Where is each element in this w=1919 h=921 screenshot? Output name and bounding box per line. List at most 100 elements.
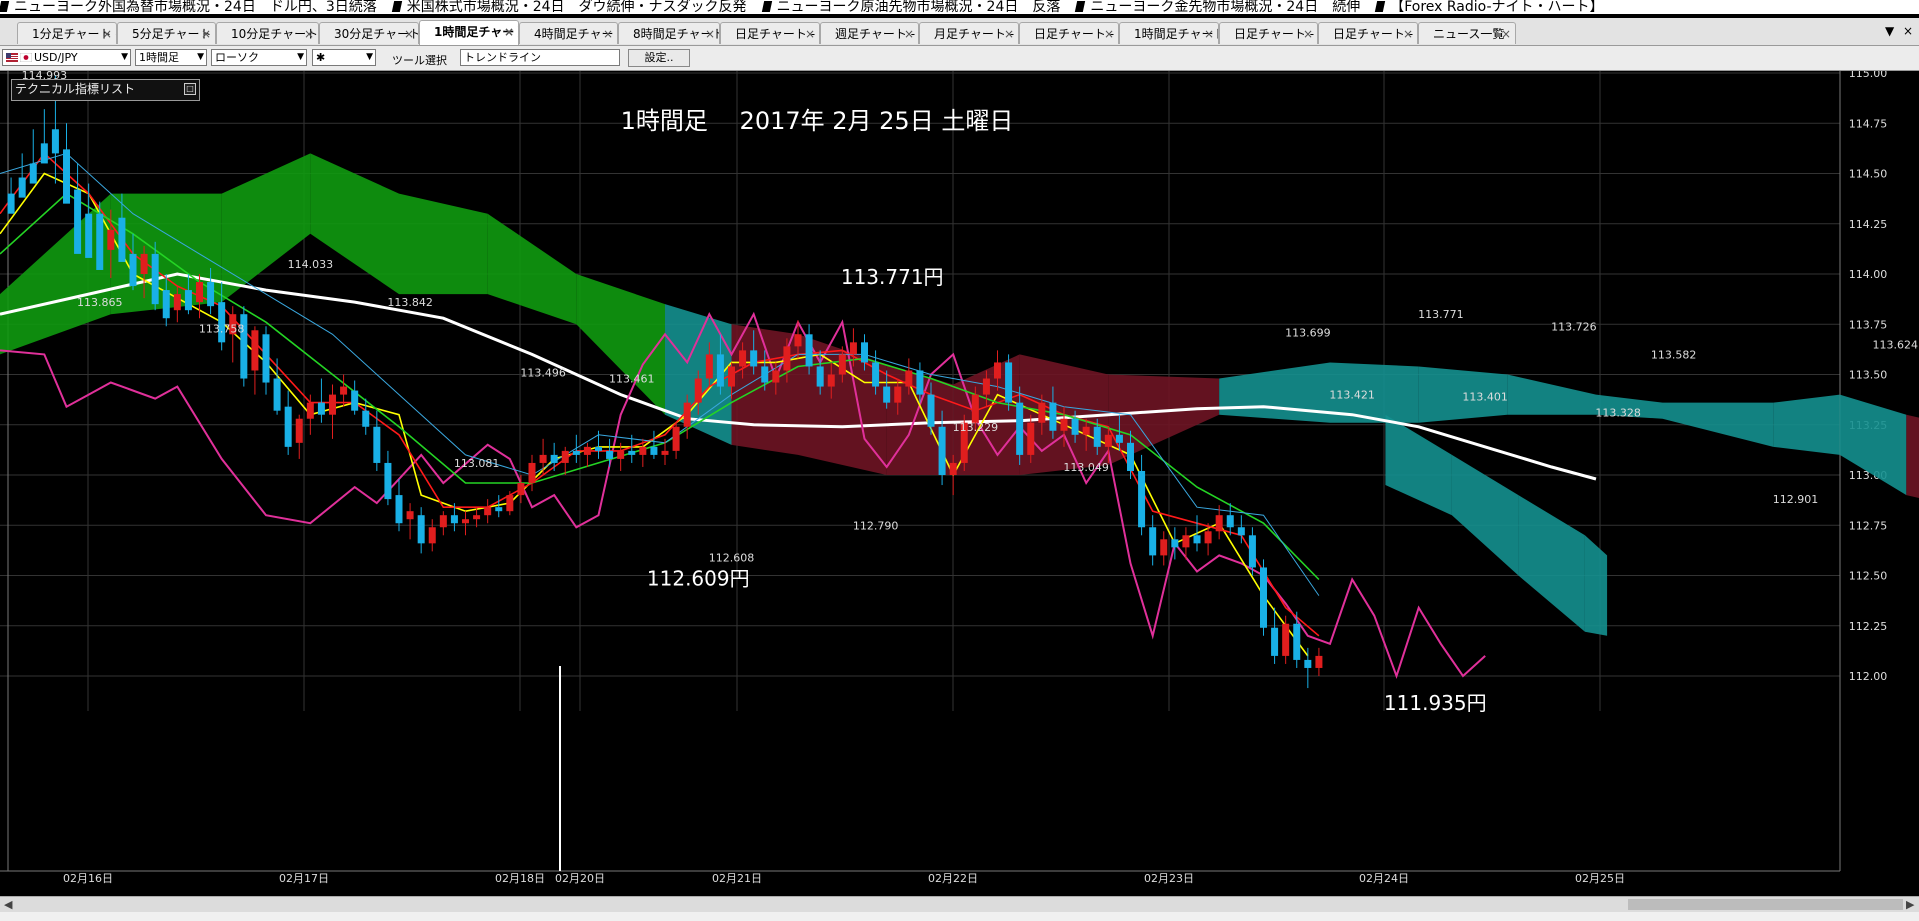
candle-body[interactable] <box>595 446 602 451</box>
candle-body[interactable] <box>207 282 215 307</box>
tab-close-icon[interactable]: × <box>1303 23 1313 44</box>
candle-body[interactable] <box>1171 539 1179 548</box>
candle-body[interactable] <box>861 342 868 363</box>
candle-body[interactable] <box>982 378 990 395</box>
candle-body[interactable] <box>40 143 48 164</box>
candle-body[interactable] <box>949 462 957 475</box>
candle-body[interactable] <box>1237 527 1245 536</box>
candle-body[interactable] <box>716 354 724 387</box>
tab-chart-7[interactable]: 8時間足チャート × <box>618 22 720 44</box>
candle-body[interactable] <box>439 515 447 528</box>
candle-body[interactable] <box>384 462 392 500</box>
candle-body[interactable] <box>29 163 37 184</box>
candle-body[interactable] <box>661 450 669 455</box>
candle-body[interactable] <box>528 462 536 484</box>
ticker-item[interactable]: ニューヨーク外国為替市場概況・24日 ドル円、3日続落 <box>0 0 377 14</box>
candle-body[interactable] <box>517 483 525 496</box>
candle-body[interactable] <box>894 386 902 403</box>
candle-body[interactable] <box>938 426 946 475</box>
candle-body[interactable] <box>694 378 702 403</box>
candle-body[interactable] <box>273 378 281 411</box>
candle-body[interactable] <box>129 253 137 287</box>
chart-type-select[interactable]: ローソク ▼ <box>211 49 307 66</box>
candle-body[interactable] <box>63 149 70 204</box>
candle-body[interactable] <box>761 366 769 383</box>
scroll-thumb[interactable] <box>1628 899 1903 910</box>
candle-body[interactable] <box>628 450 636 455</box>
ticker-item[interactable]: 【Forex Radio-ナイト・ハート】 <box>1375 0 1604 14</box>
candle-body[interactable] <box>295 418 303 443</box>
candle-body[interactable] <box>395 495 403 524</box>
candle-body[interactable] <box>173 294 181 311</box>
candle-body[interactable] <box>1160 539 1168 556</box>
candle-body[interactable] <box>1027 422 1035 455</box>
candle-body[interactable] <box>1071 418 1079 435</box>
candle-body[interactable] <box>1093 426 1101 447</box>
tab-close-icon[interactable]: × <box>805 23 815 44</box>
scroll-right-icon[interactable]: ▶ <box>1906 898 1914 911</box>
candle-body[interactable] <box>450 515 458 524</box>
candle-body[interactable] <box>739 350 747 367</box>
settings-button[interactable]: 設定.. <box>628 49 690 67</box>
candle-body[interactable] <box>1193 535 1201 544</box>
candle-body[interactable] <box>1049 402 1057 431</box>
price-chart[interactable]: 115.00 114.75 114.50 114.25 114.00 113.75 113.… <box>0 67 1919 896</box>
tool-select-field[interactable]: トレンドライン <box>460 49 620 66</box>
tab-chart-10[interactable]: 月足チャート - U:× <box>919 22 1019 44</box>
candle-body[interactable] <box>1304 659 1312 668</box>
candle-body[interactable] <box>184 290 192 311</box>
candle-body[interactable] <box>927 394 935 427</box>
candle-body[interactable] <box>428 527 436 544</box>
candle-body[interactable] <box>916 370 924 395</box>
candle-body[interactable] <box>484 507 492 516</box>
candle-body[interactable] <box>1271 627 1279 656</box>
candle-body[interactable] <box>362 410 370 427</box>
close-all-icon[interactable]: × <box>1903 24 1913 38</box>
candle-body[interactable] <box>783 346 791 371</box>
candle-body[interactable] <box>1215 515 1223 532</box>
candle-body[interactable] <box>1260 567 1267 628</box>
candle-body[interactable] <box>705 354 713 379</box>
candle-body[interactable] <box>85 213 93 258</box>
candle-body[interactable] <box>1060 418 1068 431</box>
candle-body[interactable] <box>838 354 846 375</box>
candle-body[interactable] <box>1182 535 1190 548</box>
tab-chart-15[interactable]: ニュース一覧 × <box>1418 22 1516 44</box>
tab-close-icon[interactable]: × <box>1501 23 1511 44</box>
candle-body[interactable] <box>1293 623 1301 660</box>
tab-chart-9[interactable]: 週足チャート - U:× <box>820 22 919 44</box>
tab-close-icon[interactable]: × <box>603 23 613 44</box>
candle-body[interactable] <box>750 350 758 367</box>
tab-close-icon[interactable]: × <box>904 23 914 44</box>
candle-body[interactable] <box>583 446 591 455</box>
candle-body[interactable] <box>1038 402 1046 423</box>
tab-close-icon[interactable]: × <box>102 23 112 44</box>
candle-body[interactable] <box>351 390 359 411</box>
tab-list-dropdown-icon[interactable]: ▼ <box>1885 24 1894 38</box>
candle-body[interactable] <box>617 450 625 459</box>
candle-body[interactable] <box>872 362 880 387</box>
line-style-select[interactable]: ✱ ▼ <box>312 49 376 66</box>
candle-body[interactable] <box>550 454 558 463</box>
tab-chart-12[interactable]: 1時間足チャート × <box>1119 22 1219 44</box>
ticker-item[interactable]: ニューヨーク原油先物市場概況・24日 反落 <box>761 0 1060 14</box>
candle-body[interactable] <box>306 402 314 419</box>
chart-canvas[interactable]: 115.00 114.75 114.50 114.25 114.00 113.75 113.… <box>0 67 1919 896</box>
candle-body[interactable] <box>883 386 891 403</box>
candle-body[interactable] <box>816 366 824 387</box>
candle-body[interactable] <box>606 450 614 459</box>
candle-body[interactable] <box>262 334 270 383</box>
symbol-select[interactable]: USD/JPY ▼ <box>2 49 131 66</box>
candle-body[interactable] <box>373 426 381 463</box>
tab-chart-4[interactable]: 30分足チャート - × <box>319 22 419 44</box>
candle-body[interactable] <box>462 519 469 524</box>
candle-body[interactable] <box>794 334 802 347</box>
candle-body[interactable] <box>329 394 336 415</box>
close-icon[interactable]: □ <box>184 83 196 95</box>
tab-close-icon[interactable]: × <box>1004 23 1014 44</box>
candle-body[interactable] <box>1005 362 1013 403</box>
candle-body[interactable] <box>905 370 913 387</box>
candle-body[interactable] <box>7 193 15 214</box>
candle-body[interactable] <box>107 229 115 250</box>
candle-body[interactable] <box>506 495 514 512</box>
